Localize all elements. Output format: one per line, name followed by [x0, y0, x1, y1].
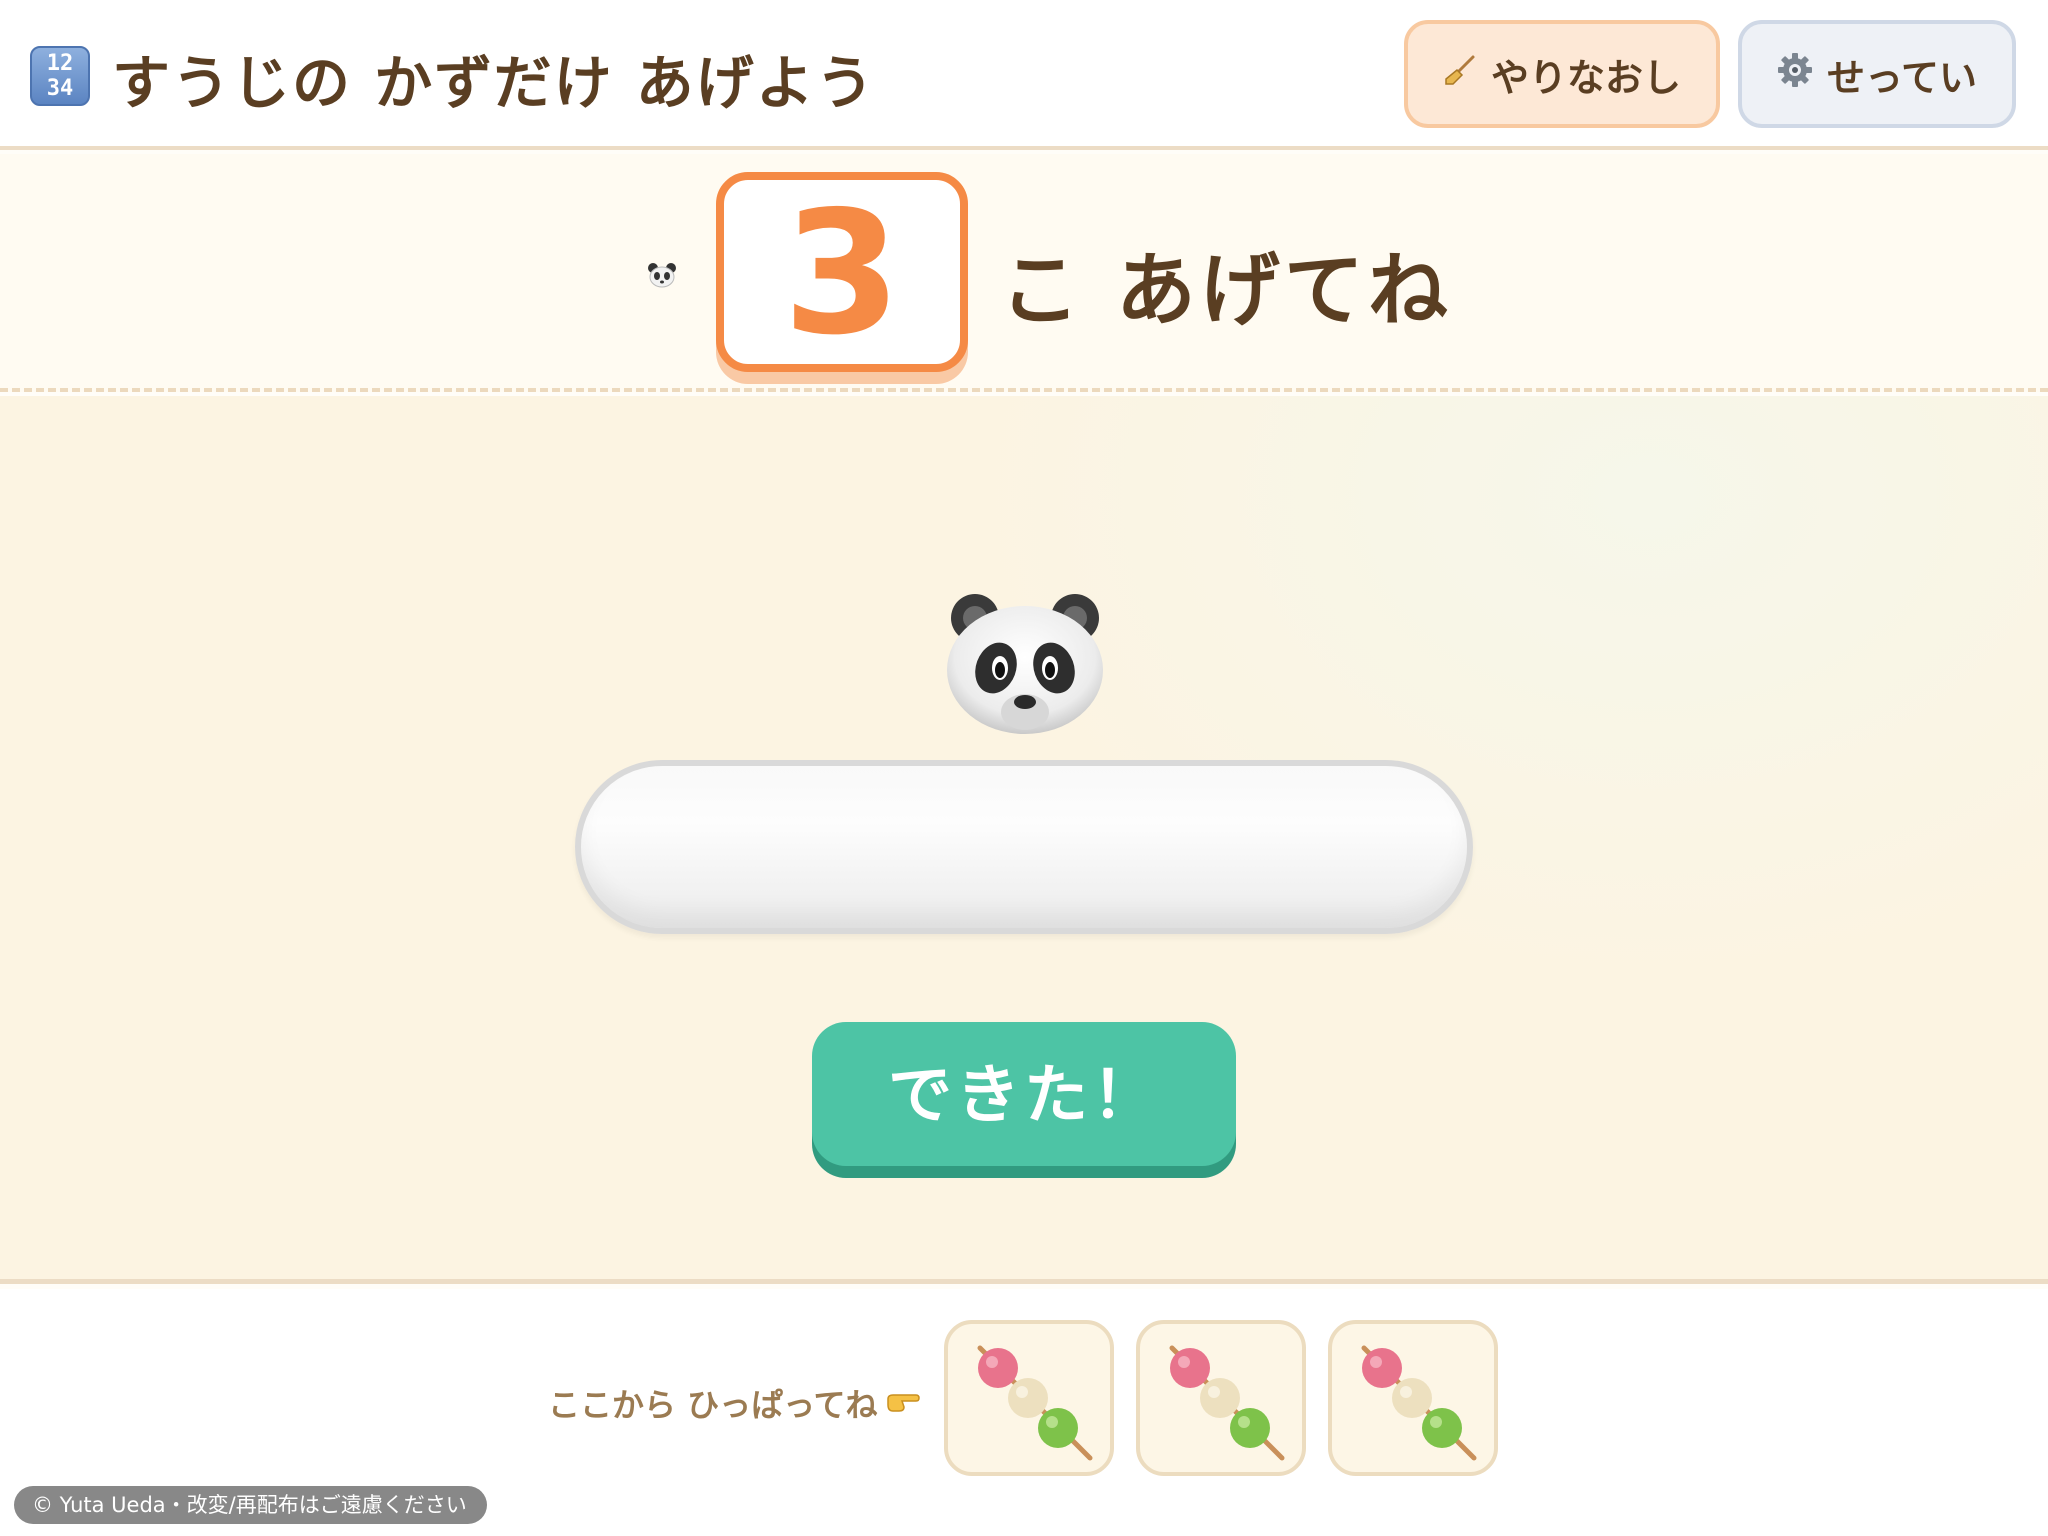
small-panda-icon: [647, 262, 677, 288]
dango-icon: [1169, 1345, 1285, 1461]
prompt-instruction: こ あげてね: [1000, 244, 1452, 337]
tray-hint-label: ここから ひっぱってね: [548, 1386, 878, 1424]
dango-icon: [1361, 1345, 1477, 1461]
settings-button-label: せってい: [1826, 55, 1978, 100]
dango-draggable[interactable]: [944, 1320, 1114, 1476]
pointing-hand-icon: [886, 1386, 920, 1421]
target-number-card: 3: [716, 172, 968, 372]
number-keycap-icon: 12 34: [30, 46, 90, 106]
app-root: 12 34 すうじの かずだけ あげよう やりなおし せってい 3 こ あげてね…: [0, 0, 2048, 1536]
credit-badge: © Yuta Ueda・改変/再配布はご遠慮ください: [14, 1486, 487, 1524]
app-title: すうじの かずだけ あげよう: [112, 49, 876, 117]
broom-icon: [1443, 53, 1477, 95]
tray-hint: ここから ひっぱってね: [548, 1380, 920, 1426]
dango-draggable[interactable]: [1136, 1320, 1306, 1476]
target-number: 3: [782, 175, 902, 373]
dango-icon: [977, 1345, 1093, 1461]
settings-button[interactable]: せってい: [1738, 20, 2016, 128]
redo-button[interactable]: やりなおし: [1404, 20, 1720, 128]
gear-icon: [1777, 52, 1813, 97]
panda-icon: [940, 588, 1110, 738]
dango-draggable[interactable]: [1328, 1320, 1498, 1476]
header-bar: 12 34 すうじの かずだけ あげよう やりなおし せってい: [0, 0, 2048, 150]
redo-button-label: やりなおし: [1490, 55, 1681, 100]
plate-drop-zone[interactable]: [575, 760, 1473, 934]
done-button[interactable]: できた！: [812, 1022, 1236, 1166]
